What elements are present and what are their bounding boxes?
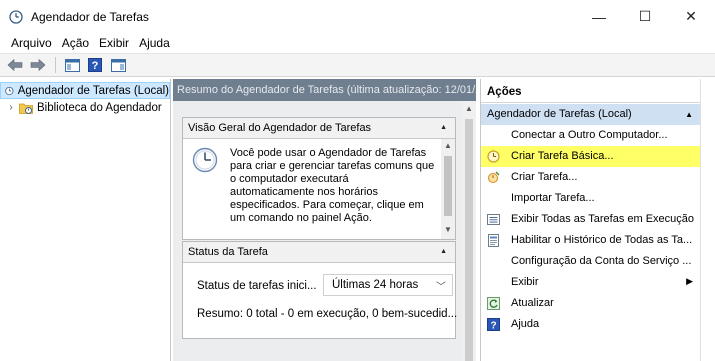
tree-item-label: Agendador de Tarefas (Local) (17, 84, 169, 97)
toolbar: ? (0, 53, 715, 77)
action-label: Configuração da Conta do Serviço ... (511, 255, 692, 267)
tree-item-scheduler-local[interactable]: Agendador de Tarefas (Local) (0, 82, 170, 99)
toolbar-separator (55, 57, 56, 73)
overview-body: Você pode usar o Agendador de Tarefas pa… (183, 139, 455, 239)
expand-chevron-icon[interactable]: › (6, 102, 16, 113)
tree-item-library[interactable]: › Biblioteca do Agendador (0, 99, 162, 116)
tree-item-label: Biblioteca do Agendador (37, 101, 162, 114)
help-icon: ? (88, 58, 102, 72)
scrollbar-thumb[interactable] (444, 156, 452, 216)
overview-description: Você pode usar o Agendador de Tarefas pa… (230, 147, 435, 224)
task-scheduler-clock-icon (5, 86, 14, 95)
back-button[interactable] (4, 55, 26, 75)
help-icon: ? (487, 318, 500, 331)
menu-bar: Arquivo Ação Exibir Ajuda (0, 33, 715, 53)
action-refresh[interactable]: Atualizar (481, 293, 701, 314)
scroll-down-icon[interactable]: ▼ (441, 225, 455, 234)
actions-group-header[interactable]: Agendador de Tarefas (Local) ▲ (481, 104, 701, 125)
show-hide-tree-icon (64, 58, 80, 72)
action-connect-computer[interactable]: Conectar a Outro Computador... (481, 125, 701, 146)
action-service-account-config[interactable]: Configuração da Conta do Serviço ... (481, 251, 701, 272)
console-tree: Agendador de Tarefas (Local) › Bibliotec… (0, 79, 171, 361)
actions-title: Ações (481, 79, 701, 103)
action-show-running-tasks[interactable]: Exibir Todas as Tarefas em Execução (481, 209, 701, 230)
show-hide-action-pane-icon (110, 58, 126, 72)
actions-pane: Ações Agendador de Tarefas (Local) ▲ Con… (480, 79, 701, 361)
overview-scrollbar[interactable]: ▲ ▼ (441, 139, 455, 239)
scroll-up-icon[interactable]: ▲ (462, 104, 476, 113)
collapse-arrow-icon[interactable]: ▲ (440, 248, 447, 255)
title-bar: Agendador de Tarefas — ☐ ✕ (0, 0, 715, 33)
actions-group-label: Agendador de Tarefas (Local) (487, 108, 632, 120)
scroll-up-icon[interactable]: ▲ (441, 141, 455, 150)
minimize-button[interactable]: — (576, 0, 622, 33)
time-range-value: Últimas 24 horas (332, 279, 419, 291)
summary-scrollbar[interactable]: ▲ (462, 101, 476, 361)
action-label: Importar Tarefa... (511, 192, 595, 204)
overview-section: Visão Geral do Agendador de Tarefas ▲ Vo… (182, 117, 456, 240)
task-icon (488, 171, 500, 183)
collapse-arrow-icon[interactable]: ▲ (440, 124, 447, 131)
back-arrow-icon (7, 58, 23, 72)
menu-arquivo[interactable]: Arquivo (6, 36, 57, 50)
summary-header: Resumo do Agendador de Tarefas (última a… (173, 79, 476, 101)
action-label: Habilitar o Histórico de Todas as Ta... (511, 234, 693, 246)
svg-text:?: ? (92, 60, 99, 72)
action-create-task[interactable]: Criar Tarefa... (481, 167, 701, 188)
forward-button[interactable] (27, 55, 49, 75)
action-label: Atualizar (511, 297, 554, 309)
svg-text:?: ? (490, 321, 496, 332)
summary-pane: Resumo do Agendador de Tarefas (última a… (173, 79, 476, 361)
window-title: Agendador de Tarefas (31, 10, 149, 24)
task-status-body: Status de tarefas inici... Últimas 24 ho… (183, 263, 458, 338)
scheduler-clock-large-icon (192, 147, 218, 173)
task-status-title: Status da Tarefa (188, 246, 268, 258)
collapse-arrow-icon[interactable]: ▲ (685, 110, 693, 119)
action-label: Exibir (511, 276, 539, 288)
action-view[interactable]: Exibir ▶ (481, 272, 701, 293)
forward-arrow-icon (30, 58, 46, 72)
action-label: Conectar a Outro Computador... (511, 129, 668, 141)
submenu-arrow-icon: ▶ (686, 276, 693, 286)
window-right-edge (700, 79, 715, 361)
menu-exibir[interactable]: Exibir (94, 36, 134, 50)
action-pane-button[interactable] (107, 55, 129, 75)
summary-body: Visão Geral do Agendador de Tarefas ▲ Vo… (173, 101, 476, 361)
action-create-basic-task[interactable]: Criar Tarefa Básica... (481, 146, 701, 167)
refresh-icon (487, 297, 500, 310)
action-label: Exibir Todas as Tarefas em Execução (511, 213, 695, 225)
task-status-section: Status da Tarefa ▲ Status de tarefas ini… (182, 241, 458, 339)
time-range-select[interactable]: Últimas 24 horas ﹀ (323, 274, 453, 296)
chevron-down-icon: ﹀ (436, 282, 446, 293)
console-tree-button[interactable] (61, 55, 83, 75)
task-status-section-header[interactable]: Status da Tarefa ▲ (183, 242, 455, 263)
action-import-task[interactable]: Importar Tarefa... (481, 188, 701, 209)
maximize-button[interactable]: ☐ (622, 0, 668, 33)
action-label: Ajuda (511, 318, 540, 330)
history-icon (488, 234, 499, 247)
scrollbar-thumb[interactable] (465, 119, 473, 361)
help-toolbar-button[interactable]: ? (84, 55, 106, 75)
action-label: Criar Tarefa... (511, 171, 578, 183)
running-tasks-icon (487, 214, 500, 225)
overview-title: Visão Geral do Agendador de Tarefas (188, 122, 372, 134)
basic-task-icon (487, 150, 500, 163)
menu-ajuda[interactable]: Ajuda (134, 36, 175, 50)
folder-clock-icon (19, 103, 33, 114)
action-label: Criar Tarefa Básica... (511, 150, 614, 162)
task-status-label: Status de tarefas inici... (197, 280, 317, 292)
overview-section-header[interactable]: Visão Geral do Agendador de Tarefas ▲ (183, 118, 455, 139)
menu-acao[interactable]: Ação (57, 36, 94, 50)
close-button[interactable]: ✕ (668, 0, 714, 33)
action-help[interactable]: ? Ajuda (481, 314, 701, 335)
task-status-summary: Resumo: 0 total - 0 em execução, 0 bem-s… (197, 308, 458, 320)
action-enable-history[interactable]: Habilitar o Histórico de Todas as Ta... (481, 230, 701, 251)
task-scheduler-clock-icon (9, 10, 23, 24)
